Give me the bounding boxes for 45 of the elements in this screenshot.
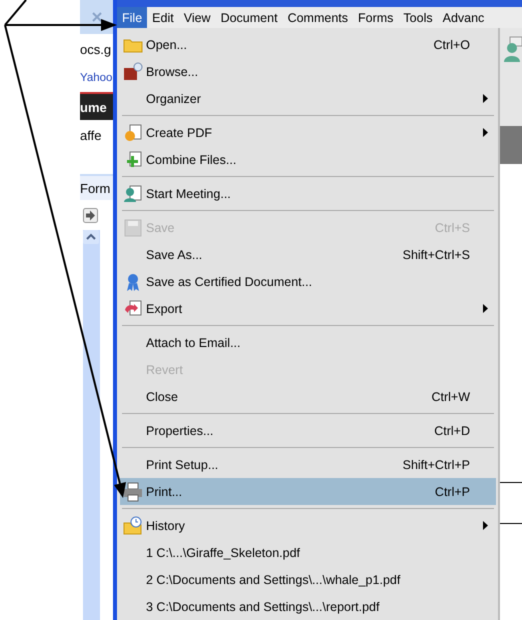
page-text: ocs.g <box>80 42 112 56</box>
menu-bar-item[interactable]: View <box>178 7 216 28</box>
menu-item[interactable]: Create PDF <box>120 119 496 146</box>
menu-item[interactable]: Start Meeting... <box>120 180 496 207</box>
printer-icon <box>123 482 143 502</box>
dark-band <box>500 126 522 164</box>
submenu-arrow-icon <box>482 304 488 313</box>
menu-item[interactable]: 2 C:\Documents and Settings\...\whale_p1.pdf <box>120 566 496 593</box>
menu-item[interactable]: Export <box>120 295 496 322</box>
menu-item[interactable]: Attach to Email... <box>120 329 496 356</box>
bookmark-link[interactable]: Yahoo <box>80 72 112 84</box>
arrow-button-icon[interactable] <box>83 208 98 222</box>
scroll-up-icon[interactable] <box>83 230 99 244</box>
close-icon[interactable] <box>92 12 102 22</box>
submenu-arrow-icon <box>482 128 488 137</box>
menu-bar-item[interactable]: Advanc <box>438 7 490 28</box>
menu-item[interactable]: Open... Ctrl+O <box>120 31 496 58</box>
menu-item[interactable]: 3 C:\Documents and Settings\...\report.pdf <box>120 593 496 620</box>
annotation-line <box>4 0 27 26</box>
menu-item[interactable]: Print... Ctrl+P <box>120 478 496 505</box>
document-arrow-icon <box>123 298 143 318</box>
menu-bar-item[interactable]: Tools <box>398 7 438 28</box>
menu-bar-item[interactable]: Edit <box>147 7 179 28</box>
menu-bar-item[interactable]: Forms <box>353 7 398 28</box>
folder-clock-icon <box>123 516 143 536</box>
menu-item[interactable]: 1 C:\...\Giraffe_Skeleton.pdf <box>120 539 496 566</box>
header-text: ume <box>80 100 107 114</box>
menu-bar-item[interactable]: Comments <box>282 7 353 28</box>
menu-item[interactable]: Save As... Shift+Ctrl+S <box>120 241 496 268</box>
menu-item[interactable]: Save as Certified Document... <box>120 268 496 295</box>
menu-item[interactable]: Close Ctrl+W <box>120 383 496 410</box>
menu-item[interactable]: Print Setup... Shift+Ctrl+P <box>120 451 496 478</box>
scrollbar[interactable] <box>83 230 100 620</box>
person-icon <box>123 184 143 204</box>
menu-item[interactable]: History <box>120 512 496 539</box>
page-text: affe <box>80 128 102 142</box>
submenu-arrow-icon <box>482 94 488 103</box>
menu-bar-item[interactable]: Document <box>216 7 283 28</box>
menu-item[interactable]: Combine Files... <box>120 146 496 173</box>
menu-item[interactable]: Organizer <box>120 85 496 112</box>
submenu-arrow-icon <box>482 521 488 530</box>
menu-bar-item[interactable]: File <box>117 7 148 28</box>
menu-item[interactable]: Browse... <box>120 58 496 85</box>
menu-item[interactable]: Properties... Ctrl+D <box>120 417 496 444</box>
toolbar-text: Form <box>80 180 110 196</box>
